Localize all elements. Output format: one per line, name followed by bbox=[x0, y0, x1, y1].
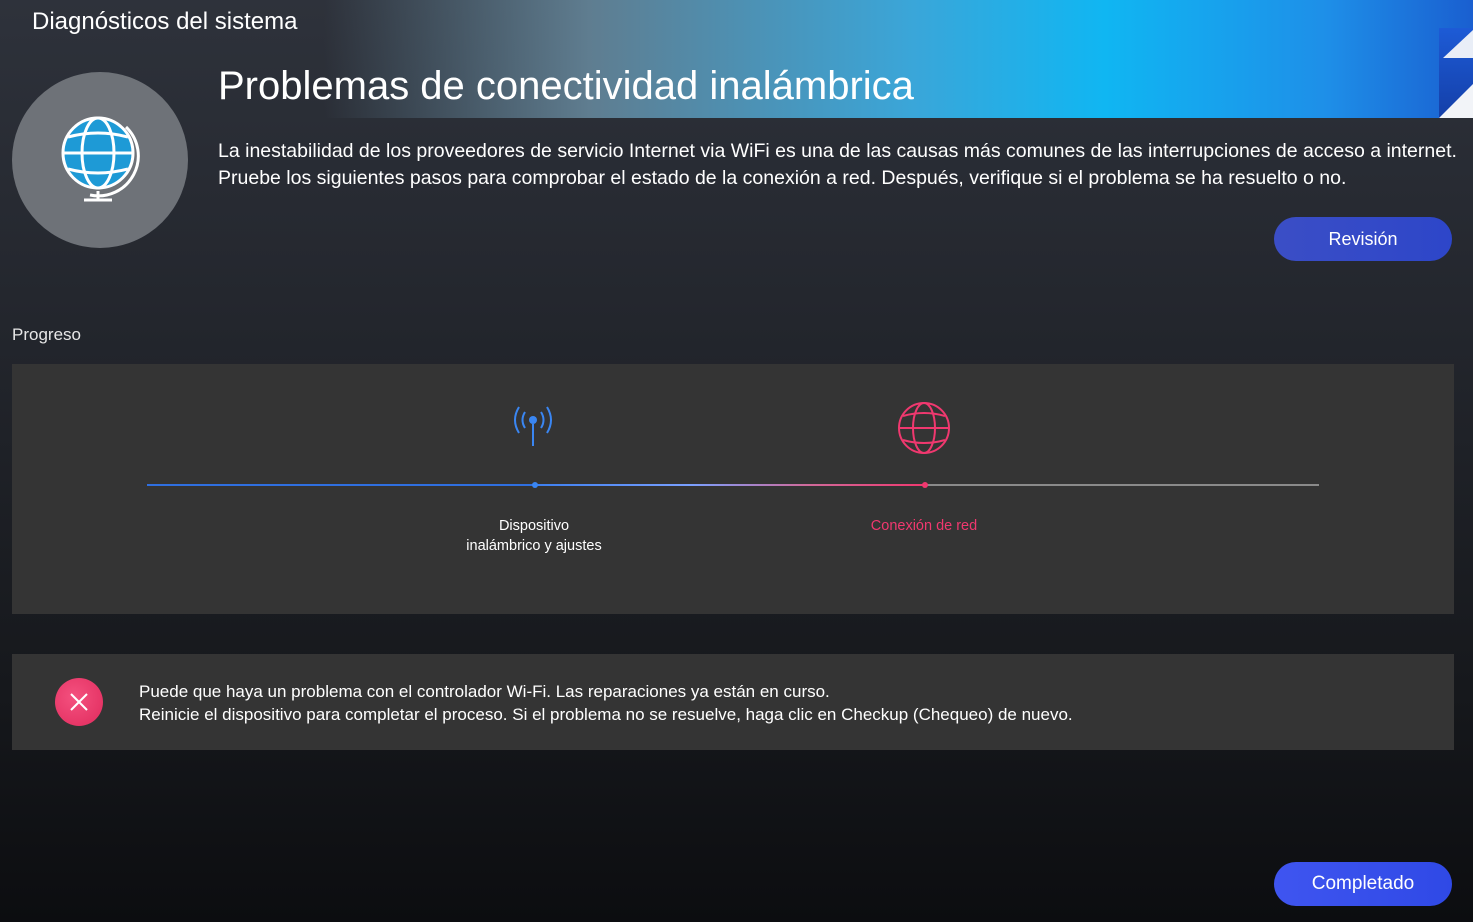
wifi-antenna-icon bbox=[508, 400, 558, 453]
done-button[interactable]: Completado bbox=[1274, 862, 1452, 906]
globe-icon bbox=[896, 400, 952, 461]
corner-decoration bbox=[1439, 84, 1473, 118]
step-label-wireless-device: Dispositivo inalámbrico y ajustes bbox=[424, 516, 644, 556]
globe-icon bbox=[61, 116, 140, 202]
result-message: Puede que haya un problema con el contro… bbox=[139, 680, 1073, 726]
close-icon bbox=[70, 693, 88, 711]
result-panel: Puede que haya un problema con el contro… bbox=[12, 654, 1454, 750]
step-label-line: Dispositivo bbox=[498, 518, 570, 534]
step-marker bbox=[532, 482, 538, 488]
progress-panel: Dispositivo inalámbrico y ajustes Conexi… bbox=[12, 364, 1454, 614]
step-label-line: inalámbrico y ajustes bbox=[466, 538, 602, 554]
progress-label: Progreso bbox=[12, 325, 81, 344]
step-label-network-connection: Conexión de red bbox=[870, 518, 978, 534]
progress-track bbox=[147, 482, 1319, 488]
corner-decoration bbox=[1443, 30, 1473, 58]
error-status-icon bbox=[55, 678, 103, 726]
step-marker bbox=[922, 482, 928, 488]
problem-description: La inestabilidad de los proveedores de s… bbox=[218, 140, 1457, 189]
app-title: Diagnósticos del sistema bbox=[32, 8, 298, 35]
review-button[interactable]: Revisión bbox=[1274, 217, 1452, 261]
progress-fill-completed bbox=[147, 484, 535, 486]
progress-fill-error bbox=[535, 484, 925, 486]
result-message-line: Puede que haya un problema con el contro… bbox=[139, 682, 830, 701]
page-title: Problemas de conectividad inalámbrica bbox=[218, 64, 914, 108]
hero-badge bbox=[12, 72, 188, 248]
result-message-line: Reinicie el dispositivo para completar e… bbox=[139, 705, 1073, 724]
